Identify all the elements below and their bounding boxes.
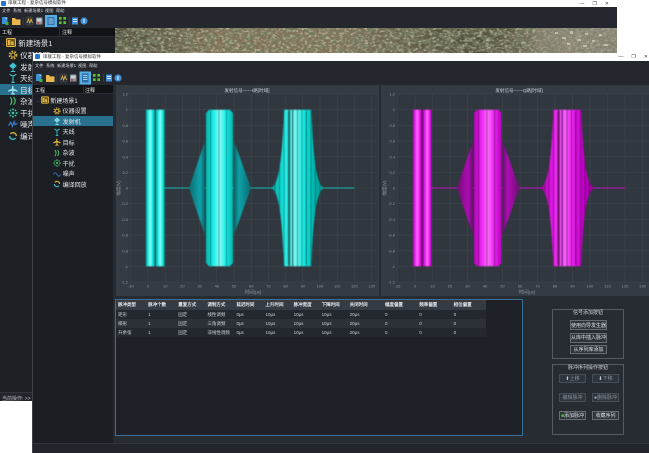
svg-text:0.6: 0.6	[122, 139, 128, 144]
svg-text:80: 80	[283, 284, 288, 289]
svg-text:40: 40	[215, 284, 220, 289]
svg-text:时间(μs): 时间(μs)	[245, 289, 262, 296]
svg-text:0.2: 0.2	[389, 170, 395, 175]
svg-text:70: 70	[266, 284, 271, 289]
svg-text:60: 60	[249, 284, 254, 289]
svg-text:50: 50	[500, 284, 505, 289]
svg-text:-0.8: -0.8	[121, 248, 129, 253]
svg-text:130: 130	[368, 284, 375, 289]
svg-text:130: 130	[639, 284, 646, 289]
svg-text:110: 110	[334, 284, 341, 289]
svg-text:发射信号——Q路[时域]: 发射信号——Q路[时域]	[495, 87, 542, 94]
svg-text:-0.2: -0.2	[121, 201, 129, 206]
svg-text:100: 100	[317, 284, 324, 289]
svg-text:50: 50	[232, 284, 237, 289]
svg-text:90: 90	[301, 284, 306, 289]
svg-text:-10: -10	[128, 284, 135, 289]
svg-text:120: 120	[622, 284, 629, 289]
svg-text:-0.4: -0.4	[121, 217, 129, 222]
svg-text:-0.6: -0.6	[388, 233, 396, 238]
svg-text:-0.6: -0.6	[121, 233, 129, 238]
svg-text:幅度(V): 幅度(V)	[381, 180, 388, 195]
svg-text:发射信号——I路[时域]: 发射信号——I路[时域]	[224, 87, 269, 94]
svg-text:-10: -10	[395, 284, 402, 289]
svg-text:-0.4: -0.4	[388, 217, 396, 222]
svg-text:30: 30	[197, 284, 202, 289]
svg-text:0.4: 0.4	[389, 154, 395, 159]
svg-text:100: 100	[587, 284, 594, 289]
svg-text:-0.2: -0.2	[388, 201, 396, 206]
svg-text:1.2: 1.2	[389, 92, 395, 97]
svg-text:10: 10	[430, 284, 435, 289]
svg-text:20: 20	[448, 284, 453, 289]
svg-text:-0.8: -0.8	[388, 248, 396, 253]
svg-text:30: 30	[465, 284, 470, 289]
svg-text:10: 10	[163, 284, 168, 289]
svg-text:40: 40	[483, 284, 488, 289]
svg-text:60: 60	[518, 284, 523, 289]
svg-text:时间(μs): 时间(μs)	[519, 289, 536, 296]
svg-text:0.2: 0.2	[122, 170, 128, 175]
svg-text:0.4: 0.4	[122, 154, 128, 159]
svg-text:110: 110	[604, 284, 611, 289]
svg-text:0.6: 0.6	[389, 139, 395, 144]
svg-text:70: 70	[535, 284, 540, 289]
svg-text:20: 20	[180, 284, 185, 289]
svg-text:0.8: 0.8	[122, 123, 128, 128]
svg-text:90: 90	[570, 284, 575, 289]
svg-text:0.8: 0.8	[389, 123, 395, 128]
svg-text:1.2: 1.2	[122, 92, 128, 97]
svg-text:120: 120	[351, 284, 358, 289]
svg-text:80: 80	[553, 284, 558, 289]
